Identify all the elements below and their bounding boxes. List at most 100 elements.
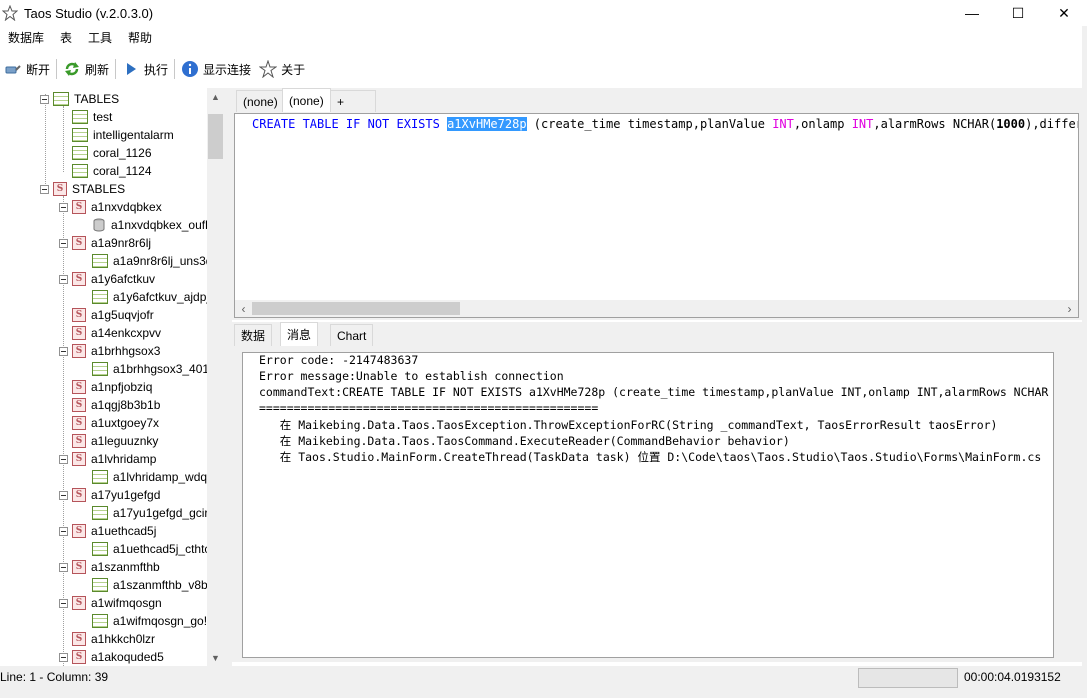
refresh-button[interactable]: 刷新 — [59, 56, 113, 82]
tree-node-stable[interactable]: S a1lvhridamp — [59, 450, 156, 468]
tree-node-label: a1hkkch0lzr — [91, 632, 156, 646]
tree-node-label: a1qgj8b3b1b — [91, 398, 161, 412]
tree-node-table[interactable]: coral_1126 — [72, 144, 152, 162]
tree-node-subtable[interactable]: a1a9nr8r6lj_uns3d — [92, 252, 212, 270]
tree-node-subtable[interactable]: a1wifmqosgn_go! — [92, 612, 207, 630]
tree-node-subtable[interactable]: a1szanmfthb_v8b — [92, 576, 208, 594]
sql-text: ,onlamp — [793, 117, 852, 131]
tree-node-table[interactable]: coral_1124 — [72, 162, 152, 180]
tree-node-stable[interactable]: S a1hkkch0lzr — [72, 630, 155, 648]
tree-node-stable[interactable]: S a1szanmfthb — [59, 558, 160, 576]
message-output[interactable]: Error code: -2147483637 Error message:Un… — [242, 352, 1054, 658]
new-tab-button[interactable]: + — [330, 90, 376, 112]
editor-tab-active[interactable]: (none) — [282, 88, 331, 112]
tree-node-tables[interactable]: TABLES — [40, 90, 119, 108]
collapse-icon[interactable] — [59, 526, 68, 536]
sql-text: ,alarmRows NCHAR( — [873, 117, 997, 131]
tree-node-subtable[interactable]: a1uethcad5j_cthtc — [92, 540, 210, 558]
tree-node-stable[interactable]: S a1qgj8b3b1b — [72, 396, 160, 414]
tab-messages[interactable]: 消息 — [280, 322, 319, 346]
star-icon — [259, 60, 278, 78]
maximize-button[interactable]: ☐ — [995, 0, 1041, 26]
execute-button[interactable]: 执行 — [118, 56, 172, 82]
tree-node-stable[interactable]: S a1g5uqvjofr — [72, 306, 154, 324]
stable-icon: S — [72, 434, 86, 448]
tree-node-label: a1lvhridamp — [91, 452, 157, 466]
message-line: 在 Maikebing.Data.Taos.TaosException.Thro… — [259, 418, 998, 432]
collapse-icon[interactable] — [59, 238, 68, 248]
show-connection-button[interactable]: 显示连接 — [177, 56, 255, 82]
tree-node-table[interactable]: intelligentalarm — [72, 126, 174, 144]
menu-help[interactable]: 帮助 — [120, 26, 160, 50]
database-tree[interactable]: TABLES test intelligentalarm coral_1126 … — [0, 88, 224, 666]
about-button[interactable]: 关于 — [255, 56, 309, 82]
editor-area: (none) (none) + CREATE TABLE IF NOT EXIS… — [232, 88, 1082, 320]
tree-node-stable[interactable]: S a1uethcad5j — [59, 522, 156, 540]
tree-node-label: a1wifmqosgn_go! — [113, 614, 208, 628]
tree-node-stable[interactable]: S a1akoquded5 — [59, 648, 164, 666]
sql-editor[interactable]: CREATE TABLE IF NOT EXISTS a1XvHMe728p (… — [234, 113, 1079, 318]
stable-icon: S — [72, 488, 86, 502]
tree-node-stable[interactable]: S a1wifmqosgn — [59, 594, 162, 612]
tab-data[interactable]: 数据 — [234, 324, 273, 346]
tree-node-stable[interactable]: S a1npfjobziq — [72, 378, 152, 396]
stable-icon: S — [72, 632, 86, 646]
editor-hscrollbar[interactable]: ‹ › — [235, 300, 1078, 317]
tree-node-stable[interactable]: S a17yu1gefgd — [59, 486, 160, 504]
tree-node-stable[interactable]: S a1a9nr8r6lj — [59, 234, 151, 252]
collapse-icon[interactable] — [59, 490, 68, 500]
tree-node-label: coral_1124 — [93, 164, 152, 178]
tree-node-stable[interactable]: S a1nxvdqbkex — [59, 198, 162, 216]
menu-table[interactable]: 表 — [52, 26, 80, 50]
tree-node-stable[interactable]: S a1uxtgoey7x — [72, 414, 159, 432]
tree-node-stable[interactable]: S a14enkcxpvv — [72, 324, 161, 342]
scroll-up-icon[interactable]: ▲ — [207, 88, 224, 105]
collapse-icon[interactable] — [40, 94, 49, 104]
collapse-icon[interactable] — [40, 184, 49, 194]
message-line: ========================================… — [259, 401, 599, 415]
menu-database[interactable]: 数据库 — [0, 26, 52, 50]
scroll-left-icon[interactable]: ‹ — [235, 300, 252, 317]
disconnect-button[interactable]: 断开 — [0, 56, 54, 82]
collapse-icon[interactable] — [59, 598, 68, 608]
panel-splitter[interactable] — [224, 88, 232, 666]
scroll-down-icon[interactable]: ▼ — [207, 649, 224, 666]
collapse-icon[interactable] — [59, 652, 68, 662]
scroll-thumb[interactable] — [208, 114, 223, 159]
close-button[interactable]: ✕ — [1041, 0, 1087, 26]
message-line: Error message:Unable to establish connec… — [259, 369, 564, 383]
stable-icon: S — [72, 452, 86, 466]
scroll-thumb[interactable] — [252, 302, 460, 315]
tree-scrollbar[interactable]: ▲ ▼ — [207, 88, 224, 666]
database-icon — [92, 218, 106, 232]
collapse-icon[interactable] — [59, 562, 68, 572]
editor-tab[interactable]: (none) — [236, 90, 285, 112]
elapsed-time: 00:00:04.0193152 — [964, 670, 1061, 684]
collapse-icon[interactable] — [59, 202, 68, 212]
tree-node-stables[interactable]: S STABLES — [40, 180, 125, 198]
tree-node-subtable[interactable]: a1nxvdqbkex_oufl — [92, 216, 208, 234]
tree-node-stable[interactable]: S a1brhhgsox3 — [59, 342, 160, 360]
tree-node-label: a14enkcxpvv — [91, 326, 162, 340]
minimize-button[interactable]: — — [949, 0, 995, 26]
tree-node-stable[interactable]: S a1leguuznky — [72, 432, 158, 450]
tree-node-subtable[interactable]: a1lvhridamp_wdq — [92, 468, 207, 486]
sql-selection: a1XvHMe728p — [447, 117, 527, 131]
collapse-icon[interactable] — [59, 454, 68, 464]
tab-chart[interactable]: Chart — [330, 324, 374, 346]
tree-node-label: a1npfjobziq — [91, 380, 153, 394]
tree-node-subtable[interactable]: a17yu1gefgd_gcir — [92, 504, 208, 522]
scroll-right-icon[interactable]: › — [1061, 300, 1078, 317]
menu-tools[interactable]: 工具 — [80, 26, 120, 50]
status-bar: Line: 1 - Column: 39 00:00:04.0193152 — [0, 666, 1087, 690]
menu-bar: 数据库 表 工具 帮助 — [0, 26, 1087, 50]
toolbar-separator — [56, 59, 58, 79]
collapse-icon[interactable] — [59, 274, 68, 284]
tree-node-stable[interactable]: S a1y6afctkuv — [59, 270, 155, 288]
table-icon — [92, 470, 108, 484]
tree-node-subtable[interactable]: a1y6afctkuv_ajdpj — [92, 288, 209, 306]
tree-node-table[interactable]: test — [72, 108, 112, 126]
toolbar: 断开 刷新 执行 显示连接 关于 — [0, 54, 1087, 84]
tree-node-subtable[interactable]: a1brhhgsox3_401c — [92, 360, 215, 378]
collapse-icon[interactable] — [59, 346, 68, 356]
